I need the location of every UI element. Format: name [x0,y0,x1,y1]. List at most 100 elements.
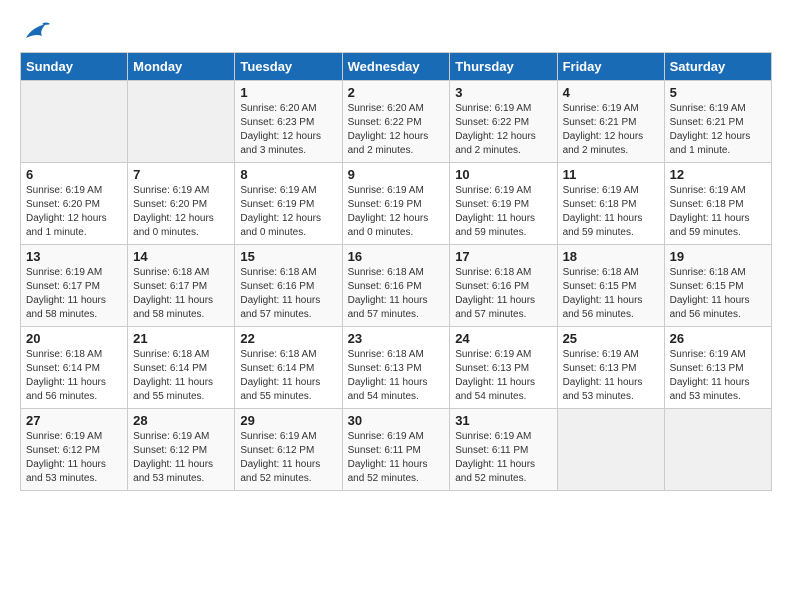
day-number: 29 [240,413,336,428]
day-number: 30 [348,413,445,428]
day-info: Sunrise: 6:20 AM Sunset: 6:22 PM Dayligh… [348,102,445,158]
day-info: Sunrise: 6:18 AM Sunset: 6:15 PM Dayligh… [670,266,766,322]
calendar-cell: 4 Sunrise: 6:19 AM Sunset: 6:21 PM Daylig… [557,81,664,163]
day-info: Sunrise: 6:19 AM Sunset: 6:19 PM Dayligh… [455,184,551,240]
calendar-week-row: 13Sunrise: 6:19 AM Sunset: 6:17 PM Dayli… [21,245,772,327]
day-number: 20 [26,331,122,346]
day-number: 15 [240,249,336,264]
calendar-day-header: Thursday [450,53,557,81]
day-number: 25 [563,331,659,346]
calendar-cell: 11Sunrise: 6:19 AM Sunset: 6:18 PM Dayli… [557,163,664,245]
calendar-cell: 5 Sunrise: 6:19 AM Sunset: 6:21 PM Daylig… [664,81,771,163]
calendar-cell: 17Sunrise: 6:18 AM Sunset: 6:16 PM Dayli… [450,245,557,327]
day-info: Sunrise: 6:19 AM Sunset: 6:17 PM Dayligh… [26,266,122,322]
calendar-cell: 16 Sunrise: 6:18 AM Sunset: 6:16 PM Dayli… [342,245,450,327]
day-number: 21 [133,331,229,346]
day-number: 3 [455,85,551,100]
calendar-cell: 25Sunrise: 6:19 AM Sunset: 6:13 PM Dayli… [557,327,664,409]
calendar-cell: 12 Sunrise: 6:19 AM Sunset: 6:18 PM Dayli… [664,163,771,245]
calendar-cell: 10 Sunrise: 6:19 AM Sunset: 6:19 PM Dayli… [450,163,557,245]
day-number: 9 [348,167,445,182]
calendar-cell: 31 Sunrise: 6:19 AM Sunset: 6:11 PM Dayli… [450,409,557,491]
day-info: Sunrise: 6:18 AM Sunset: 6:16 PM Dayligh… [240,266,336,322]
day-info: Sunrise: 6:19 AM Sunset: 6:19 PM Dayligh… [348,184,445,240]
day-info: Sunrise: 6:19 AM Sunset: 6:12 PM Dayligh… [240,430,336,486]
day-number: 19 [670,249,766,264]
calendar: SundayMondayTuesdayWednesdayThursdayFrid… [20,52,772,491]
day-info: Sunrise: 6:18 AM Sunset: 6:13 PM Dayligh… [348,348,445,404]
calendar-day-header: Friday [557,53,664,81]
day-info: Sunrise: 6:19 AM Sunset: 6:12 PM Dayligh… [133,430,229,486]
day-number: 16 [348,249,445,264]
day-info: Sunrise: 6:18 AM Sunset: 6:16 PM Dayligh… [348,266,445,322]
day-info: Sunrise: 6:19 AM Sunset: 6:22 PM Dayligh… [455,102,551,158]
calendar-cell: 30Sunrise: 6:19 AM Sunset: 6:11 PM Dayli… [342,409,450,491]
day-info: Sunrise: 6:18 AM Sunset: 6:14 PM Dayligh… [133,348,229,404]
calendar-week-row: 1 Sunrise: 6:20 AM Sunset: 6:23 PM Daylig… [21,81,772,163]
day-number: 31 [455,413,551,428]
calendar-cell: 14Sunrise: 6:18 AM Sunset: 6:17 PM Dayli… [128,245,235,327]
calendar-cell: 9 Sunrise: 6:19 AM Sunset: 6:19 PM Daylig… [342,163,450,245]
calendar-cell: 19 Sunrise: 6:18 AM Sunset: 6:15 PM Dayli… [664,245,771,327]
calendar-cell: 2 Sunrise: 6:20 AM Sunset: 6:22 PM Daylig… [342,81,450,163]
day-number: 1 [240,85,336,100]
day-info: Sunrise: 6:19 AM Sunset: 6:20 PM Dayligh… [133,184,229,240]
day-number: 28 [133,413,229,428]
day-info: Sunrise: 6:19 AM Sunset: 6:20 PM Dayligh… [26,184,122,240]
day-info: Sunrise: 6:19 AM Sunset: 6:11 PM Dayligh… [455,430,551,486]
logo-bird-icon [22,20,50,42]
calendar-cell: 13Sunrise: 6:19 AM Sunset: 6:17 PM Dayli… [21,245,128,327]
day-info: Sunrise: 6:18 AM Sunset: 6:15 PM Dayligh… [563,266,659,322]
day-number: 8 [240,167,336,182]
calendar-cell: 22 Sunrise: 6:18 AM Sunset: 6:14 PM Dayli… [235,327,342,409]
day-number: 23 [348,331,445,346]
day-number: 10 [455,167,551,182]
day-number: 24 [455,331,551,346]
calendar-cell [21,81,128,163]
calendar-cell [557,409,664,491]
calendar-cell: 21 Sunrise: 6:18 AM Sunset: 6:14 PM Dayli… [128,327,235,409]
day-info: Sunrise: 6:18 AM Sunset: 6:14 PM Dayligh… [240,348,336,404]
page-header [20,20,772,42]
logo [20,20,50,42]
calendar-day-header: Tuesday [235,53,342,81]
calendar-day-header: Sunday [21,53,128,81]
day-number: 4 [563,85,659,100]
day-number: 12 [670,167,766,182]
calendar-cell [128,81,235,163]
calendar-cell: 8Sunrise: 6:19 AM Sunset: 6:19 PM Daylig… [235,163,342,245]
day-number: 7 [133,167,229,182]
day-info: Sunrise: 6:18 AM Sunset: 6:14 PM Dayligh… [26,348,122,404]
day-info: Sunrise: 6:19 AM Sunset: 6:21 PM Dayligh… [670,102,766,158]
day-number: 5 [670,85,766,100]
calendar-cell: 3 Sunrise: 6:19 AM Sunset: 6:22 PM Daylig… [450,81,557,163]
day-info: Sunrise: 6:19 AM Sunset: 6:13 PM Dayligh… [455,348,551,404]
calendar-week-row: 20 Sunrise: 6:18 AM Sunset: 6:14 PM Dayli… [21,327,772,409]
calendar-cell: 28 Sunrise: 6:19 AM Sunset: 6:12 PM Dayli… [128,409,235,491]
calendar-cell: 20 Sunrise: 6:18 AM Sunset: 6:14 PM Dayli… [21,327,128,409]
day-info: Sunrise: 6:18 AM Sunset: 6:17 PM Dayligh… [133,266,229,322]
calendar-day-header: Wednesday [342,53,450,81]
day-info: Sunrise: 6:19 AM Sunset: 6:12 PM Dayligh… [26,430,122,486]
calendar-cell: 29 Sunrise: 6:19 AM Sunset: 6:12 PM Dayli… [235,409,342,491]
calendar-cell [664,409,771,491]
day-number: 2 [348,85,445,100]
day-info: Sunrise: 6:19 AM Sunset: 6:18 PM Dayligh… [670,184,766,240]
calendar-cell: 27Sunrise: 6:19 AM Sunset: 6:12 PM Dayli… [21,409,128,491]
calendar-day-header: Saturday [664,53,771,81]
calendar-cell: 15 Sunrise: 6:18 AM Sunset: 6:16 PM Dayli… [235,245,342,327]
calendar-cell: 6 Sunrise: 6:19 AM Sunset: 6:20 PM Daylig… [21,163,128,245]
day-info: Sunrise: 6:18 AM Sunset: 6:16 PM Dayligh… [455,266,551,322]
day-number: 6 [26,167,122,182]
calendar-header-row: SundayMondayTuesdayWednesdayThursdayFrid… [21,53,772,81]
day-number: 26 [670,331,766,346]
calendar-day-header: Monday [128,53,235,81]
day-info: Sunrise: 6:19 AM Sunset: 6:13 PM Dayligh… [670,348,766,404]
calendar-week-row: 6 Sunrise: 6:19 AM Sunset: 6:20 PM Daylig… [21,163,772,245]
calendar-cell: 23 Sunrise: 6:18 AM Sunset: 6:13 PM Dayli… [342,327,450,409]
day-number: 22 [240,331,336,346]
calendar-cell: 24 Sunrise: 6:19 AM Sunset: 6:13 PM Dayli… [450,327,557,409]
day-info: Sunrise: 6:19 AM Sunset: 6:21 PM Dayligh… [563,102,659,158]
day-info: Sunrise: 6:20 AM Sunset: 6:23 PM Dayligh… [240,102,336,158]
calendar-cell: 7 Sunrise: 6:19 AM Sunset: 6:20 PM Daylig… [128,163,235,245]
